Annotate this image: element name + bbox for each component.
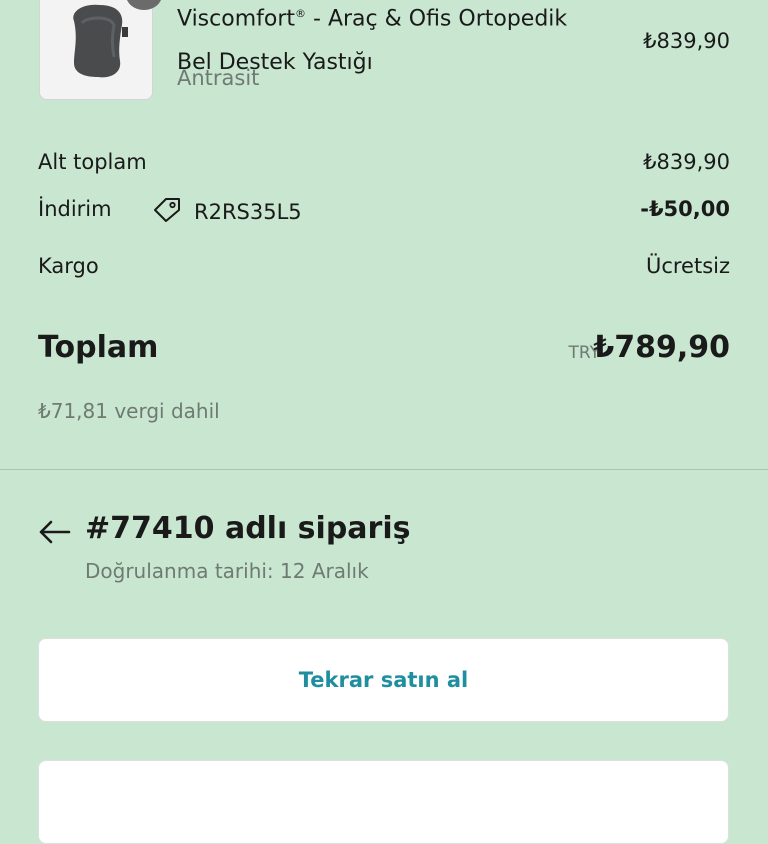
tax-note: ₺71,81 vergi dahil <box>38 399 220 423</box>
section-divider <box>0 469 768 470</box>
subtotal-value: ₺839,90 <box>643 150 730 174</box>
total-label: Toplam <box>38 330 159 365</box>
product-brand: Viscomfort <box>177 6 296 32</box>
order-title: #77410 adlı sipariş <box>85 511 411 546</box>
product-price: ₺839,90 <box>643 29 730 53</box>
arrow-left-icon <box>39 520 71 544</box>
discount-value: -₺50,00 <box>640 197 730 221</box>
buy-again-button[interactable]: Tekrar satın al <box>38 638 729 722</box>
shipping-label: Kargo <box>38 254 99 278</box>
discount-code: R2RS35L5 <box>152 196 302 228</box>
tag-icon <box>152 196 182 229</box>
secondary-action-button[interactable] <box>38 760 729 844</box>
discount-code-text: R2RS35L5 <box>194 200 302 224</box>
order-confirmed-date: Doğrulanma tarihi: 12 Aralık <box>85 559 369 583</box>
registered-mark: ® <box>295 7 307 20</box>
discount-label: İndirim <box>38 197 112 221</box>
back-button[interactable] <box>34 514 74 550</box>
product-thumbnail <box>39 0 153 100</box>
total-value: ₺789,90 <box>593 330 730 365</box>
lumbar-pillow-image <box>40 0 152 99</box>
subtotal-label: Alt toplam <box>38 150 147 174</box>
shipping-value: Ücretsiz <box>645 254 730 278</box>
product-variant: Antrasit <box>177 66 260 90</box>
